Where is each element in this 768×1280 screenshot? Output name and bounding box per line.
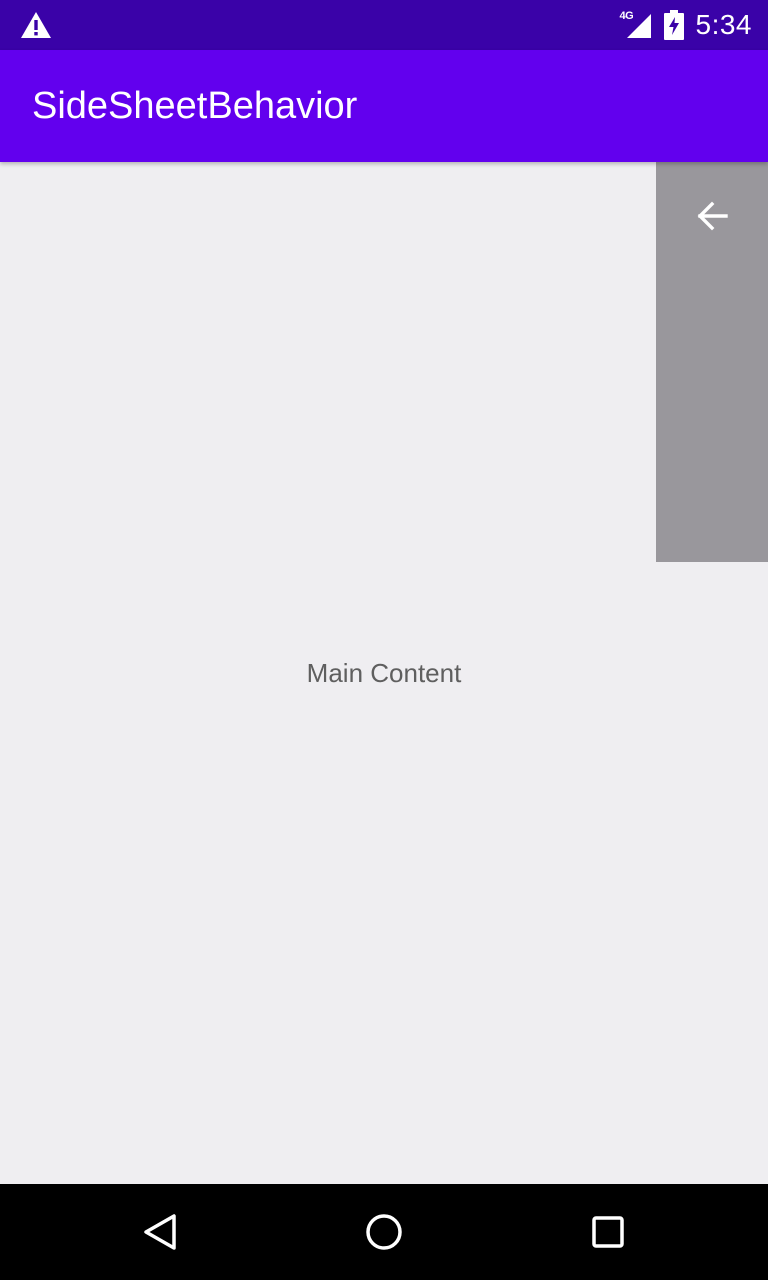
warning-icon xyxy=(21,12,51,38)
screen: 4G 5:34 SideSheetBehavior Main Content xyxy=(0,0,768,1280)
nav-back-button[interactable] xyxy=(130,1202,190,1262)
nav-back-icon xyxy=(144,1214,176,1250)
main-content: Main Content xyxy=(0,162,768,1184)
nav-recents-button[interactable] xyxy=(578,1202,638,1262)
app-title: SideSheetBehavior xyxy=(32,85,358,127)
nav-home-button[interactable] xyxy=(354,1202,414,1262)
side-sheet-back-button[interactable] xyxy=(684,192,740,240)
status-clock: 5:34 xyxy=(695,9,752,40)
signal-icon: 4G xyxy=(618,10,652,40)
nav-home-icon xyxy=(366,1214,402,1250)
nav-recents-icon xyxy=(592,1216,624,1248)
app-bar: SideSheetBehavior xyxy=(0,50,768,162)
battery-charging-icon xyxy=(663,10,684,40)
navigation-bar xyxy=(0,1184,768,1280)
arrow-back-icon xyxy=(697,201,728,231)
status-bar: 4G 5:34 xyxy=(0,0,768,50)
main-content-label: Main Content xyxy=(306,658,462,688)
status-indicators: 4G 5:34 xyxy=(618,0,753,50)
side-sheet[interactable] xyxy=(656,162,768,562)
